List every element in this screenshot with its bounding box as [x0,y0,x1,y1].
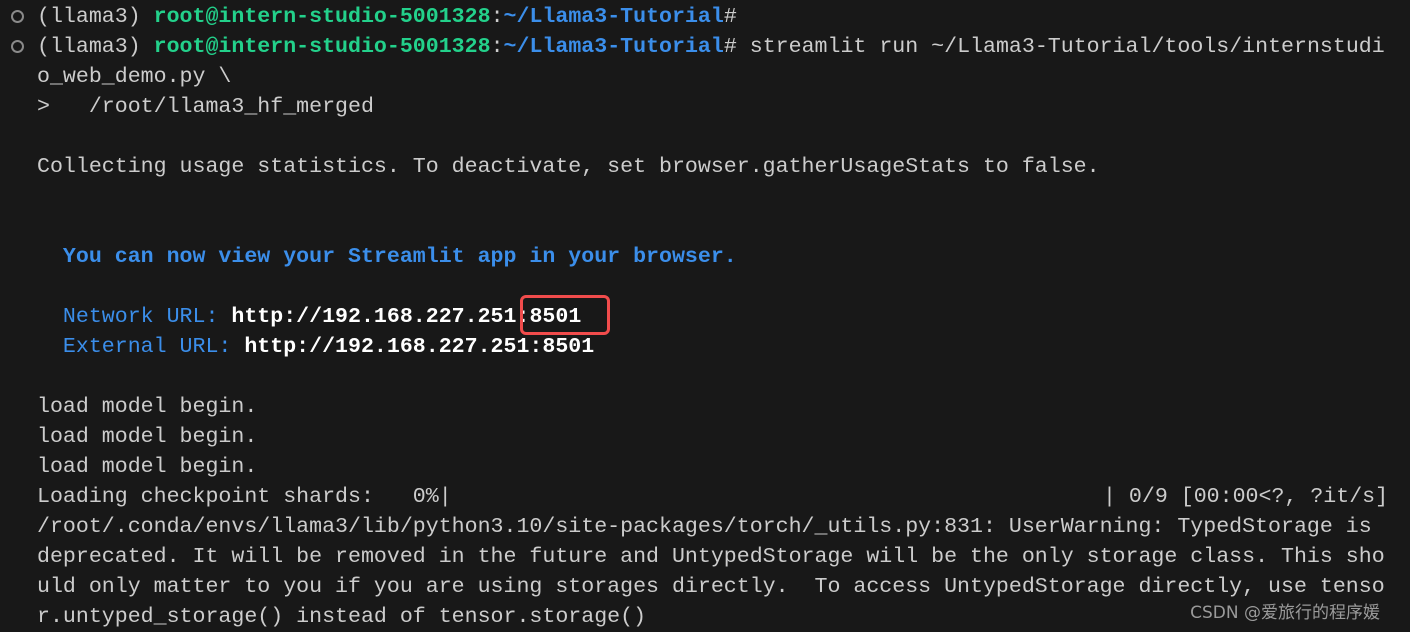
watermark: CSDN @爱旅行的程序媛 [1190,603,1380,623]
prompt-symbol: # [723,5,737,29]
prompt-line: (llama3) root@intern-studio-5001328:~/Ll… [37,2,737,32]
warning-line: /root/.conda/envs/llama3/lib/python3.10/… [37,515,1372,539]
output-line: load model begin. [37,455,258,479]
external-url-label: External URL: [37,335,245,359]
progress-left: Loading checkpoint shards: 0%| [37,485,452,509]
command-status-circle-icon[interactable] [11,10,24,23]
user-host: root@intern-studio-5001328 [153,5,491,29]
separator: : [490,5,504,29]
env-name: (llama3) [37,5,154,29]
external-url[interactable]: http://192.168.227.251:8501 [244,335,594,359]
warning-line: uld only matter to you if you are using … [37,575,1385,599]
command-continuation: > /root/llama3_hf_merged [37,95,374,119]
output-line: Collecting usage statistics. To deactiva… [37,155,1100,179]
warning-line: r.untyped_storage() instead of tensor.st… [37,605,647,629]
external-url-line: External URL: http://192.168.227.251:850… [37,332,594,362]
command-text: streamlit run ~/Llama3-Tutorial/tools/in… [736,35,1385,59]
warning-line: deprecated. It will be removed in the fu… [37,545,1385,569]
cwd: ~/Llama3-Tutorial [503,5,724,29]
command-continuation: o_web_demo.py \ [37,65,232,89]
output-line: load model begin. [37,425,258,449]
env-name: (llama3) [37,35,154,59]
streamlit-message: You can now view your Streamlit app in y… [37,245,737,269]
network-url-label: Network URL: [37,305,232,329]
output-line: load model begin. [37,395,258,419]
port-highlight-box [520,295,610,335]
cwd: ~/Llama3-Tutorial [503,35,724,59]
separator: : [490,35,504,59]
progress-right: | 0/9 [00:00<?, ?it/s] [1103,485,1389,509]
prompt-line: (llama3) root@intern-studio-5001328:~/Ll… [37,32,1385,62]
prompt-symbol: # [723,35,737,59]
network-url[interactable]: http://192.168.227.251 [231,305,516,329]
network-url-line: Network URL: http://192.168.227.251:8501 [37,302,581,332]
command-status-circle-icon[interactable] [11,40,24,53]
user-host: root@intern-studio-5001328 [153,35,491,59]
